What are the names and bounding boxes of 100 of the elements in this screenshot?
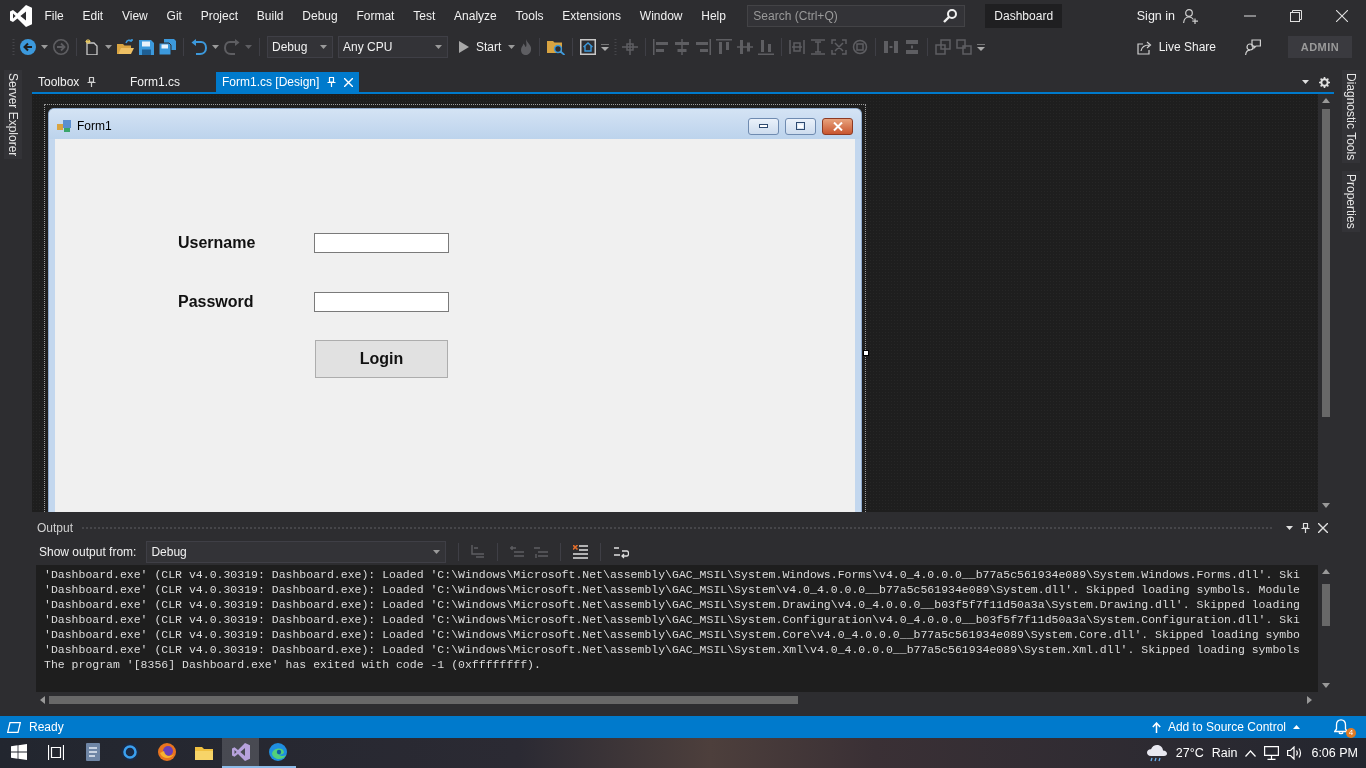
menu-item[interactable]: Debug [292,4,348,28]
caret-icon[interactable] [320,45,327,49]
pin-icon[interactable] [87,77,97,87]
configuration-dropdown[interactable]: Debug [267,36,333,58]
output-line: 'Dashboard.exe' (CLR v4.0.30319: Dashboard.exe): Loaded 'C:\Windows\Microsoft.Net\assembly\GAC_MSIL\System.Core\v4.0_4.0.0.0__b77a5c561934e089\System.Core.dll'. Skipped loading symbo [44,627,1300,642]
taskbar-app[interactable] [222,738,259,768]
menu-item[interactable]: Tools [506,4,553,28]
save-all-icon[interactable] [159,39,176,55]
menu-item[interactable]: Window [630,4,692,28]
menu-item[interactable]: Edit [73,4,113,28]
scrollbar-thumb[interactable] [49,696,798,704]
side-panel-tab[interactable]: Diagnostic Tools [1342,70,1360,164]
form-icon [57,120,71,132]
caret-icon[interactable] [41,45,48,49]
overflow-caret-icon[interactable] [601,43,610,51]
clock[interactable]: 6:06 PM [1311,746,1358,760]
save-icon[interactable] [139,39,154,55]
form-title: Form1 [77,119,112,133]
weather-condition: Rain [1211,746,1238,760]
output-source-dropdown[interactable]: Debug [146,540,447,563]
text-field[interactable] [314,233,449,253]
folder-icon [194,744,213,760]
output-line: 'Dashboard.exe' (CLR v4.0.30319: Dashboard.exe): Loaded 'C:\Windows\Microsoft.Net\assembly\GAC_MSIL\System.Drawing\v4.0_4.0.0.0__b03f5f7f11d50a3a\System.Drawing.dll'. Skipped loading [44,597,1300,612]
caret-icon[interactable] [435,45,442,49]
menu-item[interactable]: View [112,4,158,28]
form-close-button[interactable] [822,117,853,135]
account-badge[interactable]: ADMIN [1288,36,1352,58]
caret-icon[interactable] [508,45,516,49]
platform-dropdown[interactable]: Any CPU [338,36,448,58]
close-icon [832,121,843,131]
folder-search-icon[interactable] [547,39,566,55]
form-minimize-button[interactable] [748,117,779,135]
close-icon[interactable] [1336,10,1348,22]
overflow-caret-icon[interactable] [977,43,986,51]
document-tab[interactable]: Toolbox [32,72,116,92]
menu-item[interactable]: Analyze [444,4,507,28]
menu-item[interactable]: Git [157,4,192,28]
status-icon [7,721,21,733]
sign-in-link[interactable]: Sign in [1136,9,1175,23]
field-label: Password [178,293,255,311]
menu-item[interactable]: Build [247,4,293,28]
menu-item[interactable]: Help [691,4,736,28]
word-wrap-icon[interactable] [613,544,630,559]
feedback-icon[interactable] [1245,39,1261,55]
menu-item[interactable]: Project [191,4,248,28]
search-field[interactable]: Search (Ctrl+Q) [747,5,966,27]
menu-item[interactable]: Extensions [552,4,631,28]
network-icon[interactable] [1264,746,1280,760]
menu-item[interactable]: Test [403,4,445,28]
resize-handle[interactable] [863,350,869,356]
side-panel-tab[interactable]: Server Explorer [4,70,22,160]
document-tab[interactable]: Form1.cs [124,72,208,92]
back-icon[interactable] [20,39,36,55]
undo-icon[interactable] [191,39,207,55]
start-button[interactable]: Start [453,36,504,58]
scrollbar-thumb[interactable] [1322,584,1330,626]
ring-icon [120,743,139,761]
pin-icon[interactable] [1301,523,1310,533]
live-share-button[interactable]: Live Share [1136,39,1216,55]
menu-item[interactable]: Format [347,4,404,28]
caret-icon[interactable] [212,45,219,49]
login-button[interactable]: Login [315,340,448,378]
open-folder-icon[interactable] [117,39,134,55]
scroll-right-icon [1307,696,1312,704]
speaker-icon[interactable] [1287,746,1304,760]
notebook-icon [84,743,101,761]
dropdown-caret-icon[interactable] [1302,80,1309,84]
scrollbar-thumb[interactable] [1322,109,1330,417]
bell-icon[interactable] [1334,719,1348,735]
weather-temperature: 27°C [1175,746,1204,760]
notification-count: 4 [1346,728,1356,738]
text-field[interactable] [314,292,449,312]
field-label: Username [178,234,257,252]
clear-all-icon[interactable] [573,544,589,559]
logo-icon [10,5,32,27]
caret-icon[interactable] [433,549,441,554]
side-panel-tab[interactable]: Properties [1342,171,1360,232]
search-icon [943,9,958,23]
play-icon [459,41,469,53]
chevron-up-icon[interactable] [1245,749,1257,757]
settings-icon[interactable] [1319,76,1330,88]
globe-icon [157,743,176,761]
source-label: Show output from: [39,544,137,559]
menu-item[interactable]: File [35,4,74,28]
panel-title: Output [37,521,74,535]
form-maximize-button[interactable] [785,117,816,135]
close-icon[interactable] [1318,523,1328,533]
add-user-icon[interactable] [1183,8,1198,24]
dropdown-caret-icon[interactable] [1286,526,1293,530]
scroll-up-icon [1322,569,1330,574]
output-line: 'Dashboard.exe' (CLR v4.0.30319: Dashboard.exe): Loaded 'C:\Windows\Microsoft.Net\assembly\GAC_MSIL\System.Configuration\v4.0_4.0.0.0__b03f5f7f11d50a3a\System.Configuration.dll'. Ski [44,612,1300,627]
window-home-icon[interactable] [580,39,597,55]
output-line: 'Dashboard.exe' (CLR v4.0.30319: Dashboard.exe): Loaded 'C:\Windows\Microsoft.Net\assembly\GAC_MSIL\System\v4.0_4.0.0.0__b77a5c561934e089\System.dll'. Skipped loading symbols. Module [44,582,1300,597]
source-control-button[interactable]: Add to Source Control [1151,720,1300,734]
restore-icon[interactable] [1290,10,1302,22]
scroll-down-icon [1322,503,1330,508]
task-view-icon [47,744,64,760]
solution-name: Dashboard [985,4,1063,28]
new-project-icon[interactable] [84,39,100,55]
caret-icon[interactable] [105,45,112,49]
